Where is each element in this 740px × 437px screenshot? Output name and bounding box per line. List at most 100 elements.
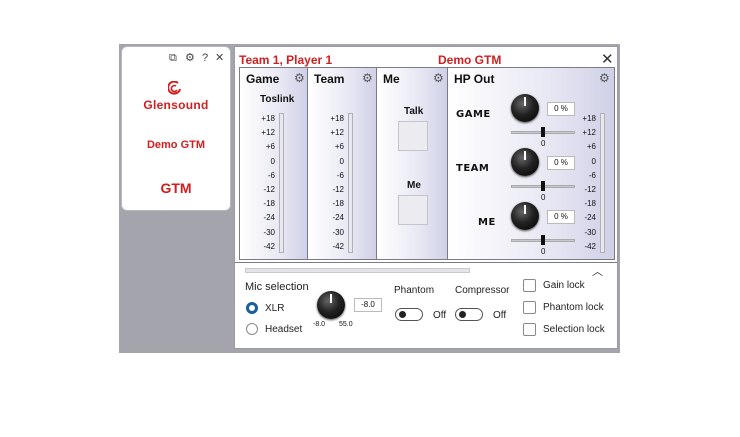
hp-game-label: GAME [456, 109, 491, 120]
meter-tick-label: -42 [332, 241, 344, 251]
meter-tick-label: -6 [588, 170, 596, 180]
meter-tick-label: +18 [261, 114, 275, 123]
meter-tick-label: -30 [332, 227, 344, 237]
device-model: GTM [160, 180, 192, 196]
meter-tick-label: -18 [332, 199, 344, 209]
hp-me-zero: 0 [541, 247, 546, 256]
meter-tick-label: -12 [263, 185, 275, 194]
headset-label: Headset [265, 324, 303, 335]
meter-tick-label: -12 [584, 185, 596, 194]
gain-max-label: 55.0 [339, 321, 353, 328]
panel-title-player: Team 1, Player 1 [239, 53, 333, 67]
gear-icon[interactable]: ⚙ [185, 52, 195, 64]
talk-button[interactable] [398, 121, 428, 151]
meter-tick-label: -42 [263, 241, 275, 251]
hp-out-column: HP Out ⚙ GAME 0 % 0 TEAM 0 % 0 ME 0 % 0 … [447, 67, 615, 260]
help-icon[interactable]: ? [202, 52, 208, 64]
panel-title-device: Demo GTM [438, 53, 502, 67]
toslink-label: Toslink [260, 94, 295, 105]
input-level-bar [245, 268, 470, 273]
meter-tick-label: +18 [582, 114, 596, 123]
gear-icon[interactable]: ⚙ [433, 71, 444, 85]
hp-team-knob[interactable] [511, 148, 539, 176]
meter-tick-label: 0 [339, 156, 344, 166]
phantom-label: Phantom [394, 285, 435, 296]
mic-selection-label: Mic selection [245, 281, 309, 293]
hp-me-slider-thumb[interactable] [541, 235, 545, 245]
hp-team-zero: 0 [541, 193, 546, 202]
gear-icon[interactable]: ⚙ [294, 71, 305, 85]
gear-icon[interactable]: ⚙ [362, 71, 373, 85]
device-card[interactable]: ⧉ ⚙ ? ✕ Glensound Demo GTM GTM [121, 46, 231, 211]
chevron-up-icon[interactable]: ︿ [592, 263, 603, 279]
team-column: Team ⚙ +18 +12 +6 0 -6 -12 -18 -24 -30 -42 [307, 67, 377, 260]
meter-tick-label: +12 [582, 128, 596, 138]
talk-label: Talk [404, 106, 424, 117]
meter-tick-label: +6 [265, 142, 275, 152]
meter-tick-label: -6 [267, 170, 275, 180]
compressor-toggle[interactable] [455, 308, 483, 321]
gear-icon[interactable]: ⚙ [599, 71, 610, 85]
hp-team-value[interactable]: 0 % [547, 156, 575, 170]
gain-lock-label: Gain lock [543, 280, 585, 291]
close-icon[interactable]: ✕ [215, 52, 224, 64]
game-title: Game [246, 72, 280, 86]
hp-game-knob[interactable] [511, 94, 539, 122]
game-column: Game ⚙ Toslink +18 +12 +6 0 -6 -12 -18 -24 -30 -4… [239, 67, 308, 260]
meter-tick-label: -18 [263, 199, 275, 209]
hp-me-value[interactable]: 0 % [547, 210, 575, 224]
headset-radio[interactable] [246, 323, 258, 335]
phantom-lock-label: Phantom lock [543, 302, 604, 313]
meter-tick-label: 0 [591, 156, 596, 166]
me-column: Me ⚙ Talk Me [376, 67, 448, 260]
meter-tick-label: -18 [584, 199, 596, 209]
brand-name: Glensound [143, 98, 209, 112]
hp-me-knob[interactable] [511, 202, 539, 230]
xlr-label: XLR [265, 303, 285, 314]
hp-me-label: ME [478, 217, 496, 228]
meter-tick-label: +6 [586, 142, 596, 152]
meter-tick-label: +6 [334, 142, 344, 152]
selection-lock-label: Selection lock [543, 324, 605, 335]
device-name: Demo GTM [146, 139, 206, 151]
hp-team-label: TEAM [456, 163, 490, 174]
device-panel: Team 1, Player 1 Demo GTM ✕ Game ⚙ Tosli… [234, 46, 618, 349]
gain-lock-checkbox[interactable] [523, 279, 536, 292]
meter-tick-label: -30 [584, 227, 596, 237]
phantom-state: Off [433, 310, 447, 321]
copy-icon[interactable]: ⧉ [169, 52, 177, 64]
me-title: Me [383, 72, 400, 86]
phantom-toggle[interactable] [395, 308, 423, 321]
xlr-radio[interactable] [246, 302, 258, 314]
meter-tick-label: -6 [336, 170, 344, 180]
mic-gain-knob[interactable] [317, 291, 345, 319]
meter-tick-label: -24 [584, 213, 596, 223]
meter-tick-label: -24 [332, 213, 344, 223]
hp-game-value[interactable]: 0 % [547, 102, 575, 116]
phantom-lock-checkbox[interactable] [523, 301, 536, 314]
meter-tick-label: +12 [330, 128, 344, 138]
close-icon[interactable]: ✕ [601, 50, 614, 68]
meter-tick-label: +18 [330, 114, 344, 123]
hp-level-meter [600, 113, 605, 253]
game-level-meter [279, 113, 284, 253]
hp-out-title: HP Out [454, 72, 495, 86]
meter-tick-label: +12 [261, 128, 275, 138]
meter-tick-label: -24 [263, 213, 275, 223]
selection-lock-checkbox[interactable] [523, 323, 536, 336]
meter-tick-label: -12 [332, 185, 344, 194]
team-title: Team [314, 72, 345, 86]
hp-team-slider-thumb[interactable] [541, 181, 545, 191]
meter-tick-label: -42 [584, 241, 596, 251]
mic-gain-value[interactable]: -8.0 [354, 298, 382, 312]
compressor-label: Compressor [455, 285, 510, 296]
me-button[interactable] [398, 195, 428, 225]
gain-min-label: -8.0 [313, 321, 326, 328]
hp-game-slider-thumb[interactable] [541, 127, 545, 137]
meter-tick-label: 0 [270, 156, 275, 166]
meter-tick-label: -30 [263, 227, 275, 237]
me-label: Me [407, 180, 421, 191]
mic-settings-section: ︿ Mic selection XLR Headset -8.0 -8.0 55… [235, 262, 617, 348]
team-level-meter [348, 113, 353, 253]
glensound-logo-icon [168, 81, 181, 95]
